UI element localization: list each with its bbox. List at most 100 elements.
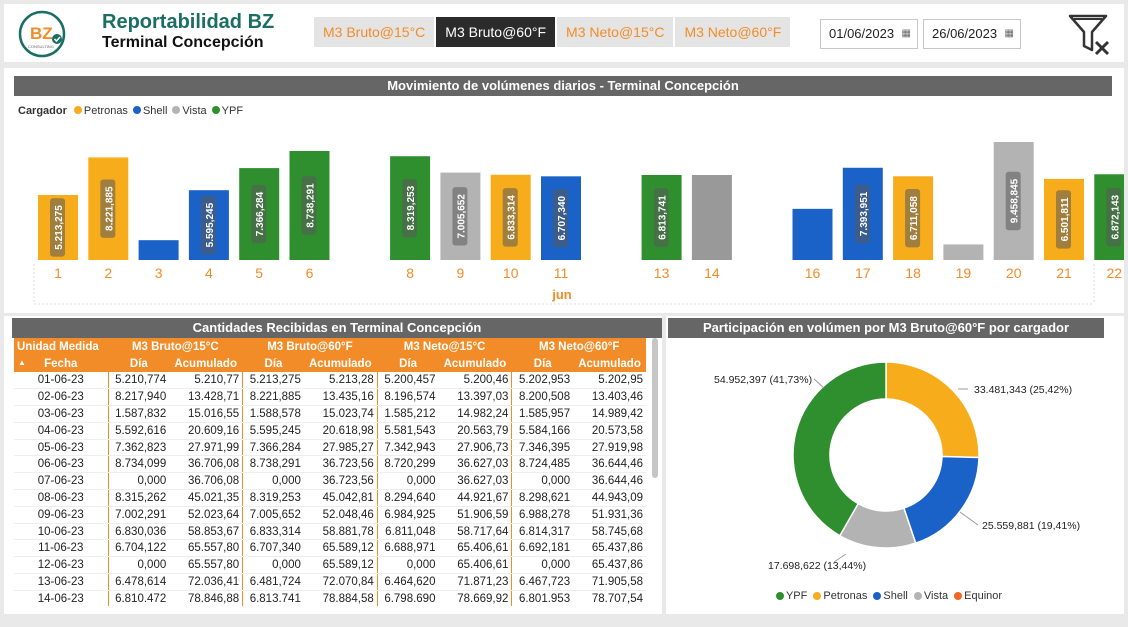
dia-header[interactable]: Día xyxy=(376,355,439,372)
tab-m3-bruto-60f[interactable]: M3 Bruto@60°F xyxy=(436,17,556,47)
dia-cell: 0,000 xyxy=(242,472,304,491)
logo-tagline: CONSULTING xyxy=(28,44,54,49)
fecha-column-header[interactable]: Fecha xyxy=(14,355,108,372)
dia-cell: 6.692,181 xyxy=(511,539,574,558)
acumulado-header[interactable]: Acumulado xyxy=(573,355,646,372)
table-row[interactable]: 03-06-23 1.587,832 15.016,55 1.588,578 15.02… xyxy=(14,405,646,423)
bar-label-group: 7.393,951 xyxy=(854,184,870,244)
bar-label-group: 6.833,314 xyxy=(502,188,518,247)
bar-day-16 xyxy=(792,208,833,260)
dia-cell: 8.294,640 xyxy=(376,489,439,507)
x-tick-label: 5 xyxy=(255,265,263,281)
table-scroll-area[interactable]: Unidad Medida M3 Bruto@15°C M3 Bruto@60°… xyxy=(14,338,656,606)
acumulado-cell: 27.919,98 xyxy=(573,439,646,457)
x-tick-label: 11 xyxy=(554,265,569,281)
acumulado-header[interactable]: Acumulado xyxy=(438,355,512,372)
acumulado-cell: 36.706,08 xyxy=(169,472,243,491)
dia-cell: 6.984,925 xyxy=(376,506,439,524)
acumulado-cell: 44.921,67 xyxy=(438,489,512,507)
table-row[interactable]: 13-06-23 6.478,614 72.036,41 6.481,724 72.07… xyxy=(14,573,646,591)
acumulado-cell: 36.723,56 xyxy=(303,472,378,491)
acumulado-cell: 36.644,46 xyxy=(573,472,646,491)
acumulado-cell: 27.906,73 xyxy=(438,439,512,457)
table-row[interactable]: 09-06-23 7.002,291 52.023,64 7.005,652 52.04… xyxy=(14,506,646,524)
acumulado-cell: 13.435,16 xyxy=(303,388,378,407)
acumulado-header[interactable]: Acumulado xyxy=(169,355,243,372)
report-subtitle: Terminal Concepción xyxy=(102,34,264,51)
dia-cell: 6.481,724 xyxy=(242,573,304,591)
tab-m3-bruto-15c[interactable]: M3 Bruto@15°C xyxy=(314,17,435,47)
dia-cell: 6.688,971 xyxy=(376,539,439,558)
donut-slice-petronas xyxy=(885,361,980,459)
table-row[interactable]: 10-06-23 6.830,036 58.853,67 6.833,314 58.88… xyxy=(14,523,646,541)
bar-data-label: 8.738,291 xyxy=(306,183,317,228)
date-to-value: 26/06/2023 xyxy=(932,26,998,41)
date-from-input[interactable]: 01/06/2023 ▦ xyxy=(820,19,918,49)
bar-data-label: 6.707,340 xyxy=(557,195,568,240)
acumulado-header[interactable]: Acumulado xyxy=(303,355,378,372)
dia-cell: 0,000 xyxy=(107,556,170,575)
x-tick-label: 4 xyxy=(205,265,213,281)
table-scrollbar[interactable] xyxy=(652,338,658,478)
unit-tabs: M3 Bruto@15°C M3 Bruto@60°F M3 Neto@15°C… xyxy=(314,17,791,47)
dia-cell: 6.464,620 xyxy=(376,573,439,591)
sort-asc-icon[interactable]: ▲ xyxy=(18,358,26,367)
dia-cell: 0,000 xyxy=(107,472,170,491)
acumulado-cell: 20.573,58 xyxy=(573,422,646,440)
legend-dot xyxy=(775,592,784,600)
legend-dot xyxy=(873,592,882,600)
acumulado-cell: 78.707,54 xyxy=(573,590,646,606)
dia-cell: 5.202,953 xyxy=(511,372,574,390)
dia-header[interactable]: Día xyxy=(107,355,170,372)
legend-item-shell[interactable]: Shell xyxy=(873,590,908,602)
legend-item-vista[interactable]: Vista xyxy=(913,590,948,602)
table-row[interactable]: 08-06-23 8.315,262 45.021,35 8.319,253 45.04… xyxy=(14,489,646,507)
x-tick-label: 2 xyxy=(104,265,112,281)
acumulado-cell: 45.042,81 xyxy=(303,489,378,507)
table-row[interactable]: 07-06-23 0,000 36.706,08 0,000 36.723,56 0,00… xyxy=(14,472,646,491)
dia-cell: 7.346,395 xyxy=(511,439,574,457)
table-row[interactable]: 04-06-23 5.592,616 20.609,16 5.595,245 20.61… xyxy=(14,422,646,440)
acumulado-cell: 36.627,03 xyxy=(438,455,512,474)
bar-data-label: 6.711,058 xyxy=(909,196,920,240)
legend-item-equinor[interactable]: Equinor xyxy=(954,590,1002,602)
x-tick-label: 8 xyxy=(406,265,414,281)
dia-cell: 7.362,823 xyxy=(107,439,170,457)
bar-data-label: 6.501,811 xyxy=(1060,197,1071,241)
group-header-m3-bruto-15c: M3 Bruto@15°C xyxy=(107,338,243,355)
bar-label-group: 6.707,340 xyxy=(553,188,568,248)
acumulado-cell: 78.669,92 xyxy=(438,590,512,606)
table-row[interactable]: 12-06-23 0,000 65.557,80 0,000 65.589,12 0,00… xyxy=(14,556,646,575)
fecha-cell: 10-06-23 xyxy=(14,523,108,541)
group-header-m3-neto-15c: M3 Neto@15°C xyxy=(376,338,512,355)
report-title: Reportabilidad BZ xyxy=(102,11,275,33)
bar-label-group: 8.319,253 xyxy=(402,178,418,238)
tab-m3-neto-15c[interactable]: M3 Neto@15°C xyxy=(557,17,674,47)
table-row[interactable]: 02-06-23 8.217,940 13.428,71 8.221,885 13.43… xyxy=(14,388,646,407)
table-row[interactable]: 06-06-23 8.734,099 36.706,08 8.738,291 36.72… xyxy=(14,455,646,474)
donut-data-label: 33.481,343 (25,42%) xyxy=(974,384,1072,396)
table-row[interactable]: 05-06-23 7.362,823 27.971,99 7.366,284 27.98… xyxy=(14,439,646,457)
bar-data-label: 8.221,885 xyxy=(104,186,115,231)
table-row[interactable]: 01-06-23 5.210,774 5.210,77 5.213,275 5.213,… xyxy=(14,372,646,390)
funnel-clear-icon[interactable] xyxy=(1066,12,1116,58)
table-row[interactable]: 11-06-23 6.704,122 65.557,80 6.707,340 65.58… xyxy=(14,539,646,558)
legend-item-petronas[interactable]: Petronas xyxy=(813,590,867,602)
legend-dot xyxy=(913,592,922,600)
tab-m3-neto-60f[interactable]: M3 Neto@60°F xyxy=(675,17,791,47)
acumulado-cell: 5.200,46 xyxy=(438,372,512,390)
date-to-input[interactable]: 26/06/2023 ▦ xyxy=(923,19,1021,49)
fecha-cell: 13-06-23 xyxy=(14,573,108,591)
dia-header[interactable]: Día xyxy=(511,355,574,372)
dia-cell: 1.585,212 xyxy=(376,405,439,423)
donut-data-label: 54.952,397 (41,73%) xyxy=(714,374,812,386)
acumulado-cell: 14.989,42 xyxy=(573,405,646,423)
bar-chart: 5.213,275 1 8.221,885 2 3 5.595,245 4 7.366,284… xyxy=(33,142,1124,305)
acumulado-cell: 58.853,67 xyxy=(169,523,243,541)
acumulado-cell: 5.202,95 xyxy=(573,372,646,390)
legend-item-ypf[interactable]: YPF xyxy=(775,590,807,602)
dia-header[interactable]: Día xyxy=(242,355,304,372)
dia-cell: 7.366,284 xyxy=(242,439,304,457)
bar-day-14 xyxy=(691,174,732,260)
table-row[interactable]: 14-06-23 6.810.472 78.846,88 6.813.741 78.88… xyxy=(14,590,646,606)
